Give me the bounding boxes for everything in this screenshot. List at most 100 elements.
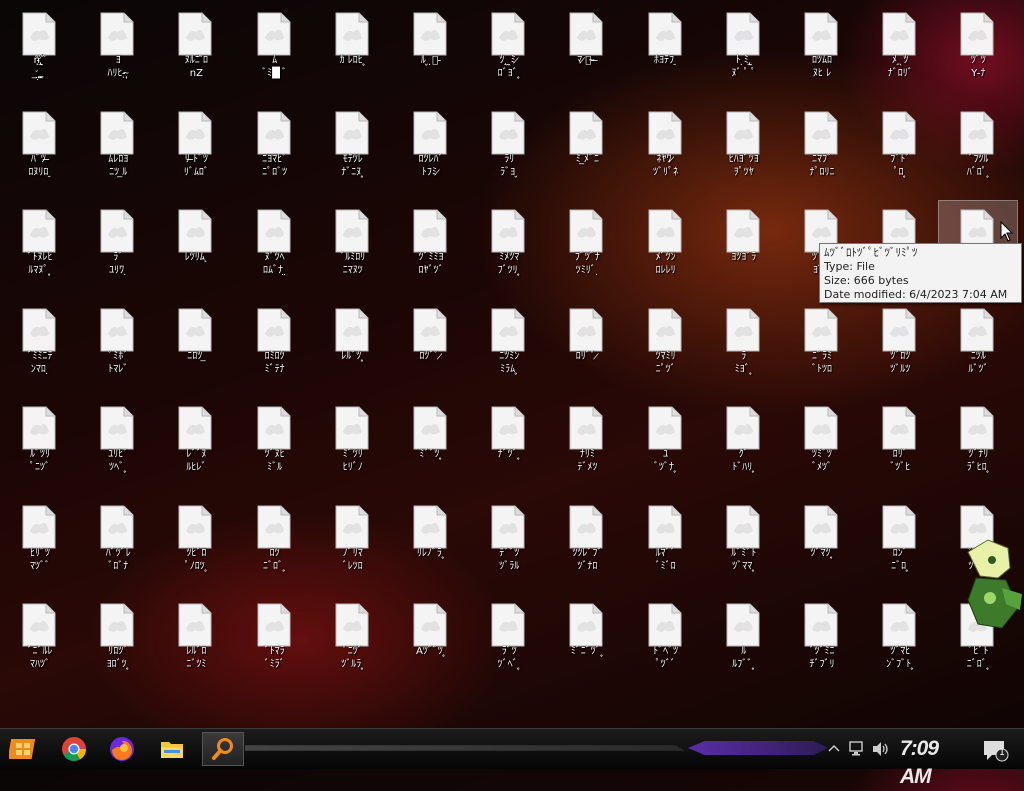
desktop-file-icon[interactable]: ﾆﾖﾏﾋﾞ ﾆﾟﾛﾞﾂ	[236, 103, 314, 199]
desktop-file-icon[interactable]: ﾖﾂﾖﾞﾗ	[705, 201, 783, 297]
volume-icon[interactable]	[872, 741, 890, 757]
desktop-file-icon[interactable]: ﾆﾂﾙ ﾙﾞﾂﾞ	[939, 300, 1017, 396]
desktop-file-icon[interactable]: ﾗﾘ ﾗﾞﾖ ̬	[470, 103, 548, 199]
desktop-file-icon[interactable]: ﾆﾂﾐﾝ ﾐﾗﾑ ̥	[470, 300, 548, 396]
chrome-taskbar-button[interactable]	[58, 733, 90, 765]
desktop-file-icon[interactable]: ﾙ ﾙﾌﾞﾞ ̥	[705, 595, 783, 691]
desktop-file-icon[interactable]: ﾛﾂﾑﾛ ﾇﾋ ﾚ	[783, 4, 861, 100]
desktop-file-icon[interactable]: ﾘﾛﾂﾞ ﾖﾛﾞﾂ ̥	[79, 595, 157, 691]
desktop-file-icon[interactable]: ﾅﾘﾐ ﾃﾞﾒﾂ	[548, 398, 626, 494]
desktop-file-icon[interactable]: ﾞﾂﾞﾐﾆ ﾁﾞﾌﾞﾘ	[783, 595, 861, 691]
desktop-file-icon[interactable]: ﾒ ̧ ̖ﾂ ﾅﾞﾛﾘﾞ	[861, 4, 939, 100]
desktop-file-icon[interactable]: ﾛﾝﾞ ﾆﾞﾛ ̥	[861, 497, 939, 593]
desktop-file-icon[interactable]: ﾛﾐﾛﾂ ﾐﾞﾃﾅ	[236, 300, 314, 396]
desktop-file-icon[interactable]: ﾐﾞﾞﾂ ̥	[392, 398, 470, 494]
desktop-file-icon[interactable]: ﾙﾞﾐﾞﾄ ﾂﾞﾏﾏ ̥	[705, 497, 783, 593]
desktop-file-icon[interactable]: ﾑ ﾞﾐ█ ﾞ	[236, 4, 314, 100]
desktop-file-icon[interactable]: ﾞﾆﾞﾙﾚ ﾏﾊﾂﾞ	[1, 595, 79, 691]
desktop-file-icon[interactable]: ﾛﾂﾞﾟ ̷	[392, 300, 470, 396]
desktop-file-icon[interactable]: ﾓﾃﾂﾚ ﾅﾞﾆﾇ ̥	[314, 103, 392, 199]
desktop-file-icon[interactable]: ﾘﾚﾉﾞﾗ ̥	[392, 497, 470, 593]
desktop-file-icon[interactable]: ﾌﾞﾂﾞﾅ ﾂﾐﾘﾞ ̣	[548, 201, 626, 297]
desktop-file-icon[interactable]: ﾞﾙﾐﾛﾘ ﾆﾏﾇﾂ	[314, 201, 392, 297]
desktop-file-icon[interactable]: Aﾂﾞﾞﾂ ̥	[392, 595, 470, 691]
desktop-file-icon[interactable]: ﾞﾌﾂﾙ ﾊﾞﾛﾟ ̥	[939, 103, 1017, 199]
desktop-file-icon[interactable]: ﾛﾘﾞ ﾞﾂﾞﾋ	[861, 398, 939, 494]
desktop-file-icon[interactable]: ﾉﾞﾘﾏ ﾞﾚﾂﾛ	[314, 497, 392, 593]
desktop-file-icon[interactable]: ﾘ ̶ﾄﾞﾂ ﾘﾞﾑﾛﾞ	[157, 103, 235, 199]
desktop-file-icon[interactable]: ﾋﾘﾞﾂ ﾏﾂﾞﾞ	[1, 497, 79, 593]
desktop-file-icon[interactable]: ﾞﾄﾇﾚﾋ ﾙﾏﾇﾟ ̥	[1, 201, 79, 297]
desktop-file-icon[interactable]: ﾂﾞﾏﾋ ﾝﾞﾌﾞﾄ ̥	[861, 595, 939, 691]
desktop-file-icon[interactable]: ﾂ ̧ ̼ﾐ ̷ ﾛﾞﾖﾞ ̥	[470, 4, 548, 100]
desktop-file-icon[interactable]: ﾆﾏﾌﾞ ﾅﾟﾛﾘﾆ	[783, 103, 861, 199]
desktop-file-icon[interactable]: ﾂﾞﾅﾘ ﾗﾞﾋﾛ ̥	[939, 398, 1017, 494]
desktop-file-icon[interactable]: ﾐﾞﾂﾘ ﾋﾘﾞﾉ	[314, 398, 392, 494]
desktop-file-icon[interactable]: ﾚﾞﾞﾇ ﾙﾋﾚﾞ	[157, 398, 235, 494]
desktop-file-icon[interactable]: ﾙﾏﾞﾞ ﾞﾐﾞﾛ	[627, 497, 705, 593]
desktop-file-icon[interactable]: ﾂﾏﾐﾘ ﾆﾟﾂﾞ	[627, 300, 705, 396]
desktop-file-icon[interactable]: ﾛﾘﾞﾟ ̷	[548, 300, 626, 396]
desktop-file-icon[interactable]: ﾎﾖﾃﾌ ̠	[627, 4, 705, 100]
desktop-file-icon[interactable]: ﾞﾐﾐﾆﾃ ﾝﾏﾛ ̣	[1, 300, 79, 396]
taskbar-clock[interactable]: 7:09 AM	[900, 735, 964, 788]
desktop-file-icon[interactable]: ﾊﾞﾂﾞﾚ ﾞﾛﾞﾅ	[79, 497, 157, 593]
file-name-label: ﾈﾔﾜ ̷ ﾂﾞﾘﾟﾈ	[653, 153, 679, 178]
desktop-file-icon[interactable]: ｸﾞ ﾄﾞﾊﾘ ̥	[705, 398, 783, 494]
desktop-file-icon[interactable]: ﾂﾂﾚﾞﾌﾞ ﾂﾞﾅﾛ	[548, 497, 626, 593]
desktop-file-icon[interactable]: ﾖ ﾊﾘﾋ ̵ͅ ̴̜ͅ	[79, 4, 157, 100]
desktop-file-icon[interactable]: ｶ ﾚﾛﾋ ̥	[314, 4, 392, 100]
desktop-file-icon[interactable]: ñ̵̨̛ ̢̱̈́ ̃ ̛̲ ̤̦ ̣̳̠	[1, 4, 79, 100]
desktop-file-icon[interactable]: ﾚﾙﾞﾛ ﾆﾞﾂﾐ	[157, 595, 235, 691]
desktop-file-icon[interactable]: ﾞﾄﾏﾗ ﾞﾐﾗﾞ	[236, 595, 314, 691]
desktop-file-icon[interactable]: ﾂﾞﾛﾂ ﾂﾞﾙﾂ	[861, 300, 939, 396]
desktop-file-icon[interactable]: ﾈﾔﾜ ̷ ﾂﾞﾘﾟﾈ	[627, 103, 705, 199]
network-icon[interactable]	[848, 741, 866, 757]
desktop-file-icon[interactable]: ﾇﾟﾂﾍ ﾛﾑﾞﾅ ̤	[236, 201, 314, 297]
desktop-file-icon[interactable]: ﾙﾞﾂﾘ ﾟﾆﾂﾞ	[1, 398, 79, 494]
desktop-file-icon[interactable]: ﾗﾞﾂ ﾂﾞﾍﾞ ̥	[470, 595, 548, 691]
desktop-file-icon[interactable]: ﾐ ̲ﾒﾞﾆ	[548, 103, 626, 199]
blank-file-icon	[22, 308, 56, 351]
desktop-file-icon[interactable]: ﾌﾞﾄﾞ ﾟﾛ ̥	[861, 103, 939, 199]
chevron-up-icon[interactable]	[828, 743, 840, 753]
desktop-file-icon[interactable]: ﾗﾞ ﾕﾘﾜ ̣	[79, 201, 157, 297]
desktop-file-icon[interactable]: ﾑﾚﾛﾖ ﾆﾂ ̲ﾙ	[79, 103, 157, 199]
file-name-label: ﾚﾂﾘﾑ ̨	[184, 252, 208, 263]
desktop-file-icon[interactable]: ﾂﾞﾇﾋ ﾐﾞﾙ	[236, 398, 314, 494]
desktop-file-icon[interactable]: ﾚﾂﾘﾑ ̨	[157, 201, 235, 297]
desktop-file-icon[interactable]: ﾊﾞﾂ ̶ ﾛﾇﾘﾛ ̠	[1, 103, 79, 199]
desktop-file-icon[interactable]: ﾆﾛﾂ ̲	[157, 300, 235, 396]
desktop-file-icon[interactable]: ﾂﾞﾐﾐﾖ ﾛﾔﾞﾂﾞ	[392, 201, 470, 297]
desktop-file-icon[interactable]: ﾂﾞﾏﾂ ̥	[783, 497, 861, 593]
desktop-file-icon[interactable]: ﾂﾐﾞﾂ ﾞﾒﾂﾞ	[783, 398, 861, 494]
desktop-file-icon[interactable]: ﾃﾞﾞﾂ ﾂﾞﾗﾙ	[470, 497, 548, 593]
desktop-file-icon[interactable]: ﾅﾞﾂﾞ ̥	[470, 398, 548, 494]
desktop-file-icon[interactable]: ﾐﾞﾆﾞﾂﾞ ̥	[548, 595, 626, 691]
desktop-file-icon[interactable]: ﾛﾂﾚﾊﾞ ﾄﾌﾐ ̷	[392, 103, 470, 199]
blank-file-icon	[178, 603, 212, 647]
file-explorer-taskbar-button[interactable]	[156, 733, 188, 765]
desktop-file-icon[interactable]: ﾕ ﾞﾂﾞﾅ ̥	[627, 398, 705, 494]
desktop-file-icon[interactable]: ﾂﾞﾂ Y ̵ﾅ	[939, 4, 1017, 100]
desktop-file-icon[interactable]: ﾄ ̣ﾐ ̢̫ ﾇﾞ ﾟ ﾟ	[705, 4, 783, 100]
blank-file-icon	[413, 505, 447, 548]
desktop-file-icon[interactable]: ﾇﾙﾆ ̃ﾛ nZ	[157, 4, 235, 100]
firefox-taskbar-button[interactable]	[106, 733, 138, 765]
desktop-file-icon[interactable]: ﾂﾋﾞﾛ ﾟﾉﾛﾂ ̥	[157, 497, 235, 593]
desktop-file-icon[interactable]: ﾙ ̬ ̣ﾟ ̵	[392, 4, 470, 100]
desktop-file-icon[interactable]: ﾛﾂ ﾆﾞﾛﾞ ̥	[236, 497, 314, 593]
desktop-file-icon[interactable]: ﾚﾙﾞﾂ ̥	[314, 300, 392, 396]
desktop-file-icon[interactable]: ﾕﾘﾋﾞ ﾂﾍﾞ ̥	[79, 398, 157, 494]
desktop-file-icon[interactable]: ﾟﾆﾂﾞ ﾂﾞﾙﾗ ̥	[314, 595, 392, 691]
desktop-file-icon[interactable]: ﾏ ̷ﾟ ̴ ̶	[548, 4, 626, 100]
search-taskbar-button[interactable]	[202, 732, 244, 766]
start-button[interactable]	[4, 733, 44, 765]
desktop-file-icon[interactable]: ﾗ ﾐﾖﾞ ̥	[705, 300, 783, 396]
desktop-file-icon[interactable]: ﾐﾒﾂﾏ ﾌﾞﾂﾘ ̥	[470, 201, 548, 297]
desktop-file-icon[interactable]: ﾋﾊﾖﾞﾂﾖ ｦﾟﾂﾔ	[705, 103, 783, 199]
desktop-file-icon[interactable]: ﾄﾞﾍﾞﾂ ﾟﾂﾞﾞ	[627, 595, 705, 691]
desktop-file-icon[interactable]: ﾆﾞﾗﾐ ﾞﾄﾂﾛ	[783, 300, 861, 396]
desktop-file-icon[interactable]: ﾟﾐﾎﾞ ﾄﾏﾚﾞ	[79, 300, 157, 396]
desktop-file-icon[interactable]: ﾒﾞﾂﾝ ﾛﾚﾚﾘ	[627, 201, 705, 297]
